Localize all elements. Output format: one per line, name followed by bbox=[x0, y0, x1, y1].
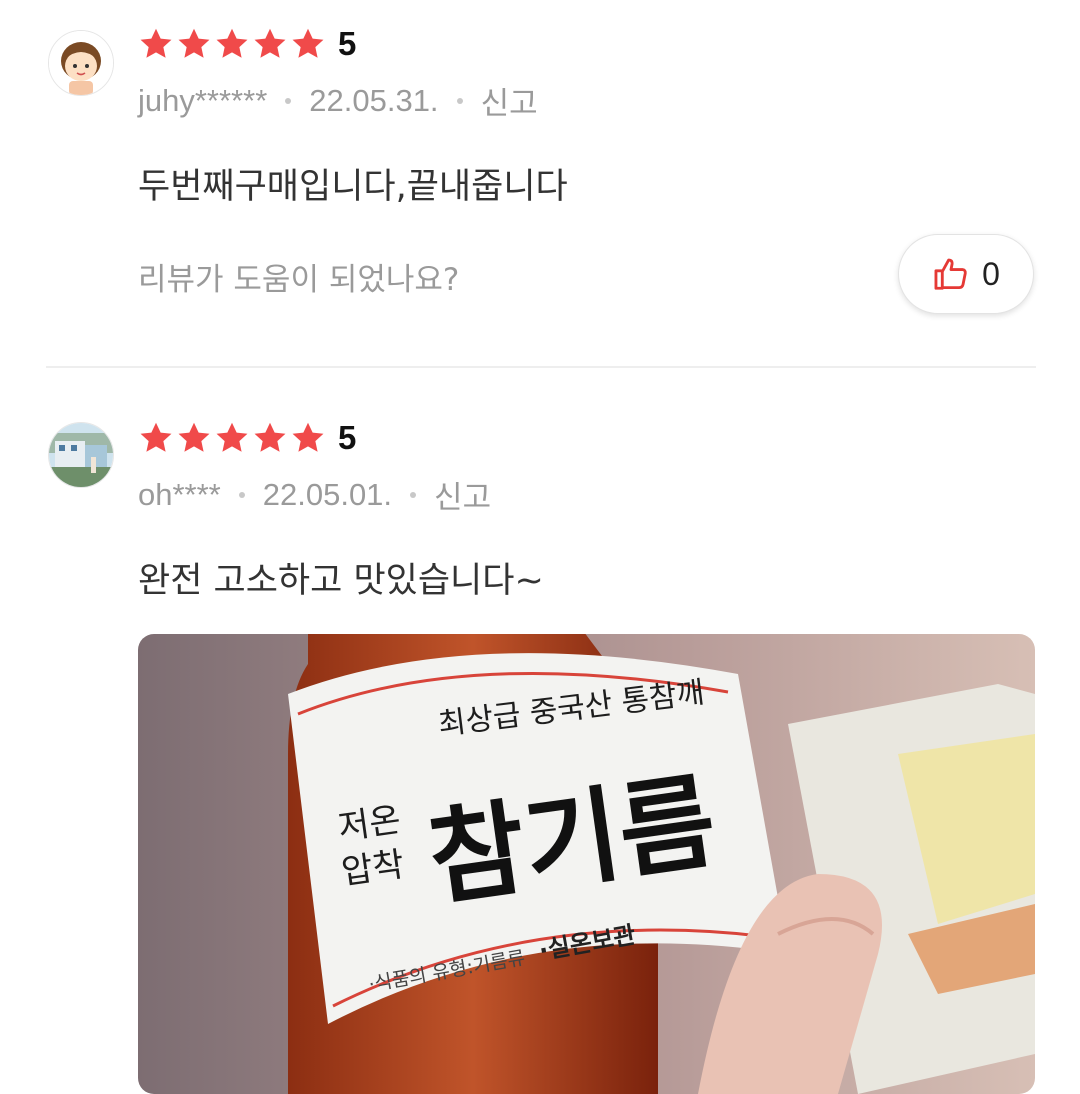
rating-score: 5 bbox=[338, 25, 357, 62]
review-meta: oh**** 22.05.01. 신고 bbox=[138, 472, 491, 517]
review-text: 완전 고소하고 맛있습니다~ bbox=[138, 561, 544, 601]
separator-dot bbox=[456, 97, 463, 104]
star-icon bbox=[254, 28, 286, 58]
star-icon bbox=[216, 422, 248, 452]
helpful-question: 리뷰가 도움이 되었나요? bbox=[138, 262, 460, 298]
like-count: 0 bbox=[982, 255, 1000, 292]
review-text: 두번째구매입니다,끝내줍니다 bbox=[138, 167, 568, 207]
avatar[interactable] bbox=[48, 30, 114, 96]
review-photo[interactable]: 최상급 중국산 통참깨 저온 압착 참기름 ·식품의 유형:기름류 ·실온보관 bbox=[138, 634, 1035, 1094]
avatar[interactable] bbox=[48, 422, 114, 488]
star-icon bbox=[254, 422, 286, 452]
star-icon bbox=[292, 422, 324, 452]
star-rating: 5 bbox=[138, 24, 356, 64]
separator-dot bbox=[285, 97, 292, 104]
separator-dot bbox=[238, 491, 245, 498]
rating-score: 5 bbox=[338, 419, 357, 456]
like-button[interactable]: 0 bbox=[898, 234, 1034, 314]
reviewer-name: juhy****** bbox=[138, 82, 268, 118]
review-divider bbox=[46, 366, 1036, 368]
sesame-oil-bottle-photo: 최상급 중국산 통참깨 저온 압착 참기름 ·식품의 유형:기름류 ·실온보관 bbox=[138, 634, 1035, 1094]
cartoon-face-avatar-icon bbox=[49, 31, 113, 95]
report-link[interactable]: 신고 bbox=[434, 472, 491, 517]
star-icon bbox=[216, 28, 248, 58]
thumbs-up-icon bbox=[934, 258, 967, 290]
star-icon bbox=[178, 422, 210, 452]
review-meta: juhy****** 22.05.31. 신고 bbox=[138, 78, 538, 123]
star-icon bbox=[178, 28, 210, 58]
house-photo-avatar-icon bbox=[49, 423, 113, 487]
star-icon bbox=[140, 422, 172, 452]
review-date: 22.05.01. bbox=[262, 476, 393, 512]
star-rating: 5 bbox=[138, 418, 356, 458]
star-icon bbox=[292, 28, 324, 58]
star-icon bbox=[140, 28, 172, 58]
review-date: 22.05.31. bbox=[309, 82, 439, 118]
reviewer-name: oh**** bbox=[138, 476, 221, 512]
report-link[interactable]: 신고 bbox=[481, 78, 538, 123]
separator-dot bbox=[410, 491, 417, 498]
